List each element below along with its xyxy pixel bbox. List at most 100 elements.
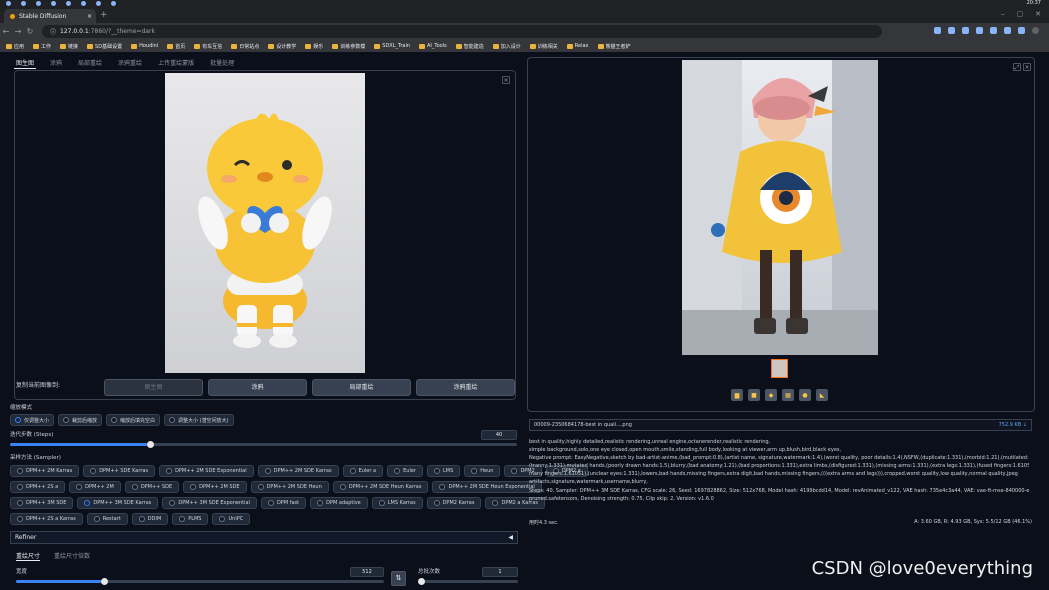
bookmark-item[interactable]: 训练相关 [529,43,558,50]
sampler-option[interactable]: DPM++ 2M SDE Heun Karras [332,481,429,493]
copy-to-button[interactable]: 局部重绘 [312,379,411,396]
copy-to-button[interactable]: 涂鸦 [208,379,307,396]
sampler-option[interactable]: DPM++ 2S a [10,481,66,493]
radio-dot[interactable] [90,468,97,474]
fullscreen-icon[interactable]: ⤢ [1013,63,1021,71]
steps-slider-thumb[interactable] [146,441,154,448]
radio-dot[interactable] [433,468,440,474]
resize-mode-option[interactable]: 裁剪后缩放 [58,414,103,426]
batch-count-input[interactable]: 1 [482,567,518,577]
radio-dot[interactable] [111,417,118,423]
bookmark-item[interactable]: 设计教学 [268,43,296,50]
bookmark-item[interactable]: Relax [566,43,589,49]
reload-icon[interactable]: ↻ [24,27,36,36]
sampler-option[interactable]: DDIM [131,513,169,525]
new-tab-button[interactable]: + [100,10,108,20]
width-slider-thumb[interactable] [100,578,108,585]
forward-icon[interactable]: → [12,27,24,36]
pinned-tab-icon[interactable] [51,1,56,6]
save-icon[interactable]: ■ [748,389,760,401]
tab-5[interactable]: 上传重绘蒙版 [156,57,196,69]
clear-image-icon[interactable]: × [502,76,510,84]
resize-mode-option[interactable]: 调整大小 (潜空间放大) [164,414,234,426]
maximize-icon[interactable]: ▢ [1017,10,1024,18]
radio-dot[interactable] [264,468,271,474]
swap-dimensions-icon[interactable]: ⇅ [391,571,406,586]
radio-dot[interactable] [131,484,138,490]
radio-dot[interactable] [317,500,324,506]
browser-tab[interactable]: Stable Diffusion × [4,9,96,23]
close-gallery-icon[interactable]: × [1023,63,1031,71]
radio-dot[interactable] [17,516,23,522]
bookmark-item[interactable]: 有车互信 [194,43,222,50]
sampler-option[interactable]: DPM adaptive [310,497,368,509]
sampler-option[interactable]: DPM fast [260,497,307,509]
extension-icon[interactable] [962,27,969,34]
sampler-option[interactable]: DPM++ 3M SDE [10,497,74,509]
bookmark-item[interactable]: 娱乐 [305,43,323,50]
bookmark-item[interactable]: 日常站点 [231,43,259,50]
pinned-tab-icon[interactable] [6,1,11,6]
radio-dot[interactable] [190,484,197,490]
copy-to-button[interactable]: 涂鸦重绘 [416,379,515,396]
radio-dot[interactable] [169,417,176,423]
extension-icon[interactable] [1004,27,1011,34]
bookmark-item[interactable]: 首页 [167,43,185,50]
bookmark-item[interactable]: 训练参数模 [332,43,365,50]
copy-to-button[interactable]: 图生图 [104,379,203,396]
radio-dot[interactable] [349,468,356,474]
bookmark-item[interactable]: Houdini [131,43,158,49]
steps-slider[interactable] [10,441,517,448]
radio-dot[interactable] [433,500,440,506]
close-tab-icon[interactable]: × [87,13,92,20]
sampler-option[interactable]: DPM2 Karras [426,497,482,509]
extension-icon[interactable] [934,27,941,34]
radio-dot[interactable] [439,484,446,490]
sampler-option[interactable]: DPM++ 3M SDE Karras [77,497,159,509]
radio-dot[interactable] [267,500,274,506]
bookmark-item[interactable]: 应用 [6,43,24,50]
pinned-tab-icon[interactable] [36,1,41,6]
sampler-option[interactable]: LMS [426,465,461,477]
sampler-option[interactable]: LMS Karras [371,497,423,509]
minimize-icon[interactable]: – [1001,10,1005,18]
radio-dot[interactable] [166,468,173,474]
radio-dot[interactable] [257,484,264,490]
radio-dot[interactable] [511,468,518,474]
radio-dot[interactable] [492,500,499,506]
sampler-option[interactable]: DPM++ 2M SDE Heun [250,481,329,493]
sampler-option[interactable]: Heun [464,465,501,477]
info-icon[interactable]: ⓘ [50,27,56,36]
resize-mode-option[interactable]: 仅调整大小 [10,414,55,426]
width-slider[interactable] [16,578,384,585]
refiner-accordion[interactable]: Refiner ◀ [10,531,518,544]
pinned-tab-icon[interactable] [21,1,26,6]
sampler-option[interactable]: DPM++ 2M SDE Heun Exponential [432,481,542,493]
send-to-inpaint-icon[interactable]: ● [799,389,811,401]
tab-1[interactable]: 图生图 [14,57,37,69]
extension-icon[interactable] [1018,27,1025,34]
radio-dot[interactable] [219,516,226,522]
sampler-option[interactable]: Euler [387,465,423,477]
close-window-icon[interactable]: ✕ [1035,10,1041,18]
sampler-option[interactable]: DPM++ 2M SDE [183,481,247,493]
sampler-option[interactable]: DPM++ 2M [69,481,121,493]
radio-dot[interactable] [63,417,70,423]
radio-dot[interactable] [394,468,401,474]
profile-avatar[interactable] [1032,27,1039,34]
steps-input[interactable]: 40 [481,430,517,440]
pinned-tab-icon[interactable] [81,1,86,6]
sampler-option[interactable]: Restart [86,513,128,525]
tab-2[interactable]: 涂鸦 [48,57,64,69]
send-to-extras-icon[interactable]: ◣ [816,389,828,401]
size-tab-2[interactable]: 重绘尺寸倍数 [54,551,90,561]
size-tab-1[interactable]: 重绘尺寸 [16,551,41,561]
bookmark-item[interactable]: 工作 [33,43,51,50]
url-field[interactable]: ⓘ 127.0.0.1:7860/?__theme=dark [42,25,882,38]
bookmark-item[interactable]: 链接 [60,43,78,50]
radio-dot[interactable] [471,468,478,474]
sampler-option[interactable]: PLMS [172,513,209,525]
bookmark-item[interactable]: 加入设计 [492,43,521,50]
pinned-tab-icon[interactable] [66,1,71,6]
bookmark-item[interactable]: SDXL_Train [374,43,410,49]
